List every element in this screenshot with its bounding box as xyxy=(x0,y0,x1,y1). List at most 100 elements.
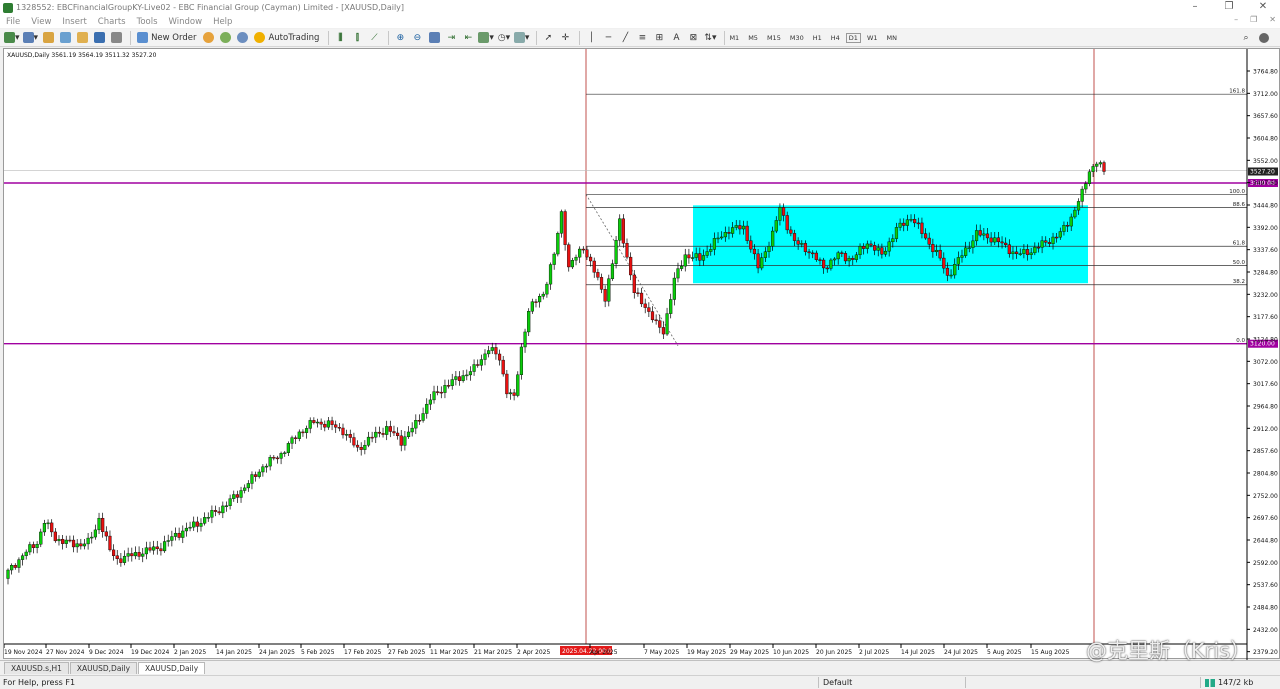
timeframe-h4[interactable]: H4 xyxy=(831,34,840,42)
menu-window[interactable]: Window xyxy=(169,17,203,27)
tab-xauusd-daily-active[interactable]: XAUUSD,Daily xyxy=(138,662,206,674)
chart-shift-button[interactable]: ⇥ xyxy=(444,31,458,45)
strategy-tester-button[interactable] xyxy=(109,31,123,45)
bull-candle xyxy=(974,230,979,242)
trendline-button[interactable]: ╱ xyxy=(618,31,632,45)
bull-candle xyxy=(10,565,14,571)
bear-candle xyxy=(1047,242,1051,245)
bull-candle xyxy=(93,529,97,538)
line-chart-button[interactable]: ⟋ xyxy=(367,31,381,45)
periods-button[interactable]: ◷ ▾ xyxy=(497,31,511,45)
tab-xauusd-s-h1[interactable]: XAUUSD.s,H1 xyxy=(4,662,69,674)
channel-button[interactable]: ≡ xyxy=(635,31,649,45)
menu-view[interactable]: View xyxy=(31,17,51,27)
horizontal-line-button[interactable]: ─ xyxy=(601,31,615,45)
indicators-button[interactable]: ▾ xyxy=(478,31,494,45)
price-tick-label: 2857.60 xyxy=(1253,448,1278,455)
zoom-in-button[interactable]: ⊕ xyxy=(393,31,407,45)
bull-candle xyxy=(894,227,899,239)
search-button[interactable]: ⌕ xyxy=(1239,31,1253,45)
bull-candle xyxy=(232,494,236,499)
bull-candle xyxy=(1022,249,1026,254)
timeframe-d1[interactable]: D1 xyxy=(845,32,861,43)
bull-candle xyxy=(570,260,574,268)
vertical-line-button[interactable]: │ xyxy=(584,31,598,45)
mdi-minimize-button[interactable]: – xyxy=(1234,15,1238,24)
minimize-button[interactable]: – xyxy=(1178,0,1212,14)
bull-candle xyxy=(290,437,294,444)
cursor-button[interactable]: ➚ xyxy=(541,31,555,45)
fibonacci-button[interactable]: ⊞ xyxy=(652,31,666,45)
account-button[interactable] xyxy=(1257,31,1271,45)
bear-candle xyxy=(818,259,822,261)
bear-candle xyxy=(938,249,942,259)
time-tick-label: 14 Jul 2025 xyxy=(901,649,935,656)
timeframe-m30[interactable]: M30 xyxy=(790,34,804,42)
market-watch-button[interactable] xyxy=(41,31,55,45)
metaeditor-button[interactable] xyxy=(201,31,215,45)
close-button[interactable]: ✕ xyxy=(1246,0,1280,14)
timeframe-mn[interactable]: MN xyxy=(887,34,897,42)
timeframe-m1[interactable]: M1 xyxy=(729,34,739,42)
zoom-in-icon: ⊕ xyxy=(396,32,405,43)
candlestick-button[interactable]: ⫿ xyxy=(350,31,364,45)
market-icon xyxy=(236,32,248,43)
bull-candle xyxy=(527,311,531,333)
bear-candle xyxy=(1055,236,1059,239)
tab-xauusd-daily[interactable]: XAUUSD,Daily xyxy=(69,662,138,674)
bull-candle xyxy=(82,543,87,547)
bear-candle xyxy=(942,257,946,269)
text-button[interactable]: A xyxy=(669,31,683,45)
navigator-button[interactable] xyxy=(75,31,89,45)
chart-window[interactable]: 2025.04.22 00:00 161.8 100.0 88.6 61.8 50.0 38… xyxy=(3,48,1280,660)
bull-candle xyxy=(315,421,320,424)
horizontal-line-icon: ─ xyxy=(605,32,612,43)
new-chart-button[interactable]: ▾ xyxy=(4,31,20,45)
arrows-button[interactable]: ⇅ ▾ xyxy=(703,31,717,45)
menu-insert[interactable]: Insert xyxy=(62,17,86,27)
timeframe-w1[interactable]: W1 xyxy=(867,34,878,42)
data-window-icon xyxy=(59,32,71,43)
bull-candle xyxy=(683,254,687,267)
bear-candle xyxy=(213,510,218,512)
timeframe-h1[interactable]: H1 xyxy=(813,34,822,42)
new-order-icon xyxy=(137,32,149,43)
author-watermark: @克里斯（Kris） xyxy=(1086,639,1252,663)
menu-file[interactable]: File xyxy=(6,17,20,27)
tile-windows-button[interactable] xyxy=(427,31,441,45)
bear-candle xyxy=(341,427,345,436)
profiles-button[interactable]: ▾ xyxy=(22,31,38,45)
bar-chart-button[interactable]: ⫼ xyxy=(333,31,347,45)
mdi-restore-button[interactable]: ❐ xyxy=(1250,15,1257,24)
bull-candle xyxy=(774,220,778,232)
data-window-button[interactable] xyxy=(58,31,72,45)
menu-tools[interactable]: Tools xyxy=(137,17,158,27)
autoscroll-button[interactable]: ⇤ xyxy=(461,31,475,45)
terminal-button[interactable] xyxy=(92,31,106,45)
timeframe-m5[interactable]: M5 xyxy=(748,34,758,42)
new-order-button[interactable]: New Order xyxy=(135,31,198,45)
price-tick-label: 3444.80 xyxy=(1253,202,1278,209)
zoom-out-button[interactable]: ⊖ xyxy=(410,31,424,45)
menu-charts[interactable]: Charts xyxy=(98,17,126,27)
bull-candle xyxy=(1033,246,1037,254)
templates-button[interactable]: ▾ xyxy=(513,31,529,45)
bear-candle xyxy=(727,232,731,234)
bull-candle xyxy=(28,544,32,553)
price-chart[interactable]: 2025.04.22 00:00161.8100.088.661.850.038… xyxy=(4,49,1280,660)
bull-candle xyxy=(465,374,469,377)
fib-level-label: 50.0 xyxy=(1233,260,1246,266)
restore-button[interactable]: ❐ xyxy=(1212,0,1246,14)
bear-candle xyxy=(137,552,141,557)
bull-candle xyxy=(858,246,862,256)
mdi-close-button[interactable]: ✕ xyxy=(1269,15,1276,24)
text-label-button[interactable]: ⊠ xyxy=(686,31,700,45)
menu-help[interactable]: Help xyxy=(213,17,232,27)
timeframe-m15[interactable]: M15 xyxy=(767,34,781,42)
market-button[interactable] xyxy=(235,31,249,45)
bull-candle xyxy=(669,299,673,314)
price-tick-label: 2697.60 xyxy=(1253,515,1278,522)
crosshair-button[interactable]: ✛ xyxy=(558,31,572,45)
autotrading-button[interactable]: AutoTrading xyxy=(252,31,321,45)
signals-button[interactable] xyxy=(218,31,232,45)
